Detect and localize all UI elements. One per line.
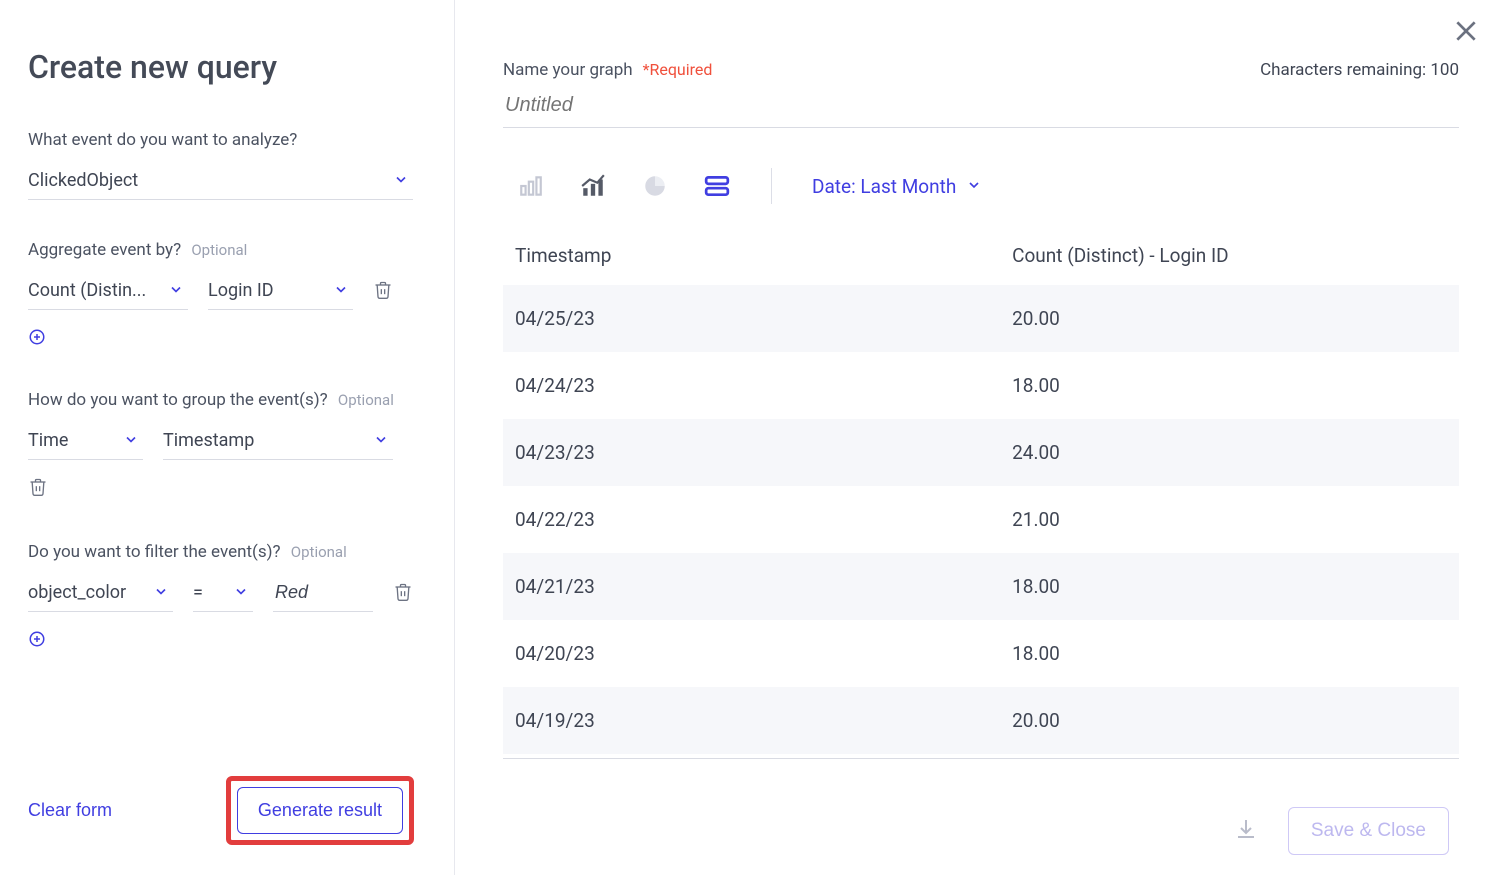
- date-range-value: Date: Last Month: [812, 175, 956, 198]
- close-icon[interactable]: [1453, 18, 1479, 48]
- aggregate-field-value: Login ID: [208, 280, 274, 301]
- cell-value: 20.00: [1000, 687, 1459, 754]
- highlight-annotation: Generate result: [226, 776, 414, 845]
- table-row: 04/21/2318.00: [503, 553, 1459, 620]
- cell-timestamp: 04/23/23: [503, 419, 1000, 486]
- aggregate-field-select[interactable]: Login ID: [208, 274, 353, 310]
- chevron-down-icon: [153, 583, 169, 604]
- filter-question-label: Do you want to filter the event(s)? Opti…: [28, 542, 414, 562]
- optional-badge: Optional: [338, 391, 394, 409]
- group-type-select[interactable]: Time: [28, 424, 143, 460]
- cell-timestamp: 04/21/23: [503, 553, 1000, 620]
- graph-name-label: Name your graph: [503, 60, 633, 80]
- chevron-down-icon: [373, 431, 389, 452]
- cell-timestamp: 04/25/23: [503, 285, 1000, 352]
- optional-badge: Optional: [191, 241, 247, 259]
- group-field-select[interactable]: Timestamp: [163, 424, 393, 460]
- cell-value: 24.00: [1000, 419, 1459, 486]
- table-row: 04/20/2318.00: [503, 620, 1459, 687]
- table-row: 04/22/2321.00: [503, 486, 1459, 553]
- cell-value: 18.00: [1000, 620, 1459, 687]
- pie-chart-icon[interactable]: [641, 173, 669, 199]
- filter-operator-value: =: [193, 582, 203, 603]
- table-row: 04/25/2320.00: [503, 285, 1459, 352]
- filter-field-select[interactable]: object_color: [28, 576, 173, 612]
- cell-timestamp: 04/22/23: [503, 486, 1000, 553]
- table-row: 04/23/2324.00: [503, 419, 1459, 486]
- cell-value: 18.00: [1000, 553, 1459, 620]
- aggregate-function-value: Count (Distin...: [28, 280, 146, 301]
- column-header-timestamp: Timestamp: [503, 226, 1000, 285]
- toolbar-divider: [771, 168, 772, 204]
- table-row: 04/19/2320.00: [503, 687, 1459, 754]
- cell-value: 20.00: [1000, 285, 1459, 352]
- chevron-down-icon: [123, 431, 139, 452]
- results-table: Timestamp Count (Distinct) - Login ID 04…: [503, 226, 1459, 754]
- results-pane: Name your graph *Required Characters rem…: [455, 0, 1507, 875]
- event-question-label: What event do you want to analyze?: [28, 130, 414, 150]
- graph-name-input[interactable]: [503, 84, 1459, 128]
- delete-filter-button[interactable]: [393, 581, 413, 607]
- chevron-down-icon: [333, 281, 349, 302]
- cell-value: 18.00: [1000, 352, 1459, 419]
- event-select-value: ClickedObject: [28, 170, 138, 191]
- filter-operator-select[interactable]: =: [193, 576, 253, 612]
- characters-remaining: Characters remaining: 100: [1260, 60, 1459, 80]
- table-view-icon[interactable]: [703, 173, 731, 199]
- chevron-down-icon: [168, 281, 184, 302]
- combo-chart-icon[interactable]: [579, 173, 607, 199]
- bar-chart-icon[interactable]: [517, 173, 545, 199]
- save-close-button[interactable]: Save & Close: [1288, 807, 1449, 855]
- add-aggregate-button[interactable]: [28, 328, 46, 350]
- download-icon[interactable]: [1234, 817, 1258, 845]
- filter-value-input[interactable]: [273, 576, 373, 612]
- aggregate-question-label: Aggregate event by? Optional: [28, 240, 414, 260]
- cell-timestamp: 04/20/23: [503, 620, 1000, 687]
- delete-group-button[interactable]: [28, 483, 48, 502]
- optional-badge: Optional: [291, 543, 347, 561]
- required-badge: *Required: [643, 60, 713, 79]
- aggregate-function-select[interactable]: Count (Distin...: [28, 274, 188, 310]
- cell-value: 21.00: [1000, 486, 1459, 553]
- event-select[interactable]: ClickedObject: [28, 164, 413, 200]
- page-title: Create new query: [28, 48, 414, 86]
- query-sidebar: Create new query What event do you want …: [0, 0, 455, 875]
- cell-timestamp: 04/24/23: [503, 352, 1000, 419]
- group-type-value: Time: [28, 430, 68, 451]
- add-filter-button[interactable]: [28, 630, 46, 652]
- delete-aggregate-button[interactable]: [373, 279, 393, 305]
- generate-result-button[interactable]: Generate result: [237, 787, 403, 834]
- column-header-count: Count (Distinct) - Login ID: [1000, 226, 1459, 285]
- table-row: 04/24/2318.00: [503, 352, 1459, 419]
- clear-form-button[interactable]: Clear form: [28, 800, 112, 821]
- chevron-down-icon: [393, 171, 409, 192]
- cell-timestamp: 04/19/23: [503, 687, 1000, 754]
- group-field-value: Timestamp: [163, 430, 254, 451]
- chevron-down-icon: [966, 175, 982, 198]
- table-bottom-divider: [503, 758, 1459, 759]
- chevron-down-icon: [233, 583, 249, 604]
- date-range-select[interactable]: Date: Last Month: [812, 175, 982, 198]
- group-question-label: How do you want to group the event(s)? O…: [28, 390, 414, 410]
- filter-field-value: object_color: [28, 582, 126, 603]
